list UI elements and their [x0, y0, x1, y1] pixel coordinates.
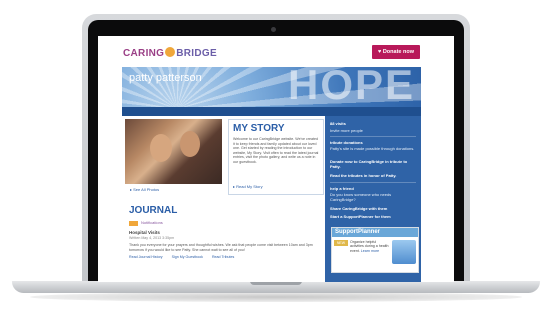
my-story-box: MY STORY Welcome to our CaringBridge web… — [228, 119, 324, 195]
invite-link[interactable]: Invite more people — [330, 128, 363, 133]
donate-button[interactable]: ♥ Donate now — [372, 45, 420, 59]
read-journal-history-link[interactable]: Read Journal History — [129, 255, 163, 259]
visits-count: 88 visits — [330, 121, 346, 126]
page-title: patty patterson — [129, 72, 202, 84]
journal-title: JOURNAL — [129, 205, 178, 216]
sidebar-divider — [330, 182, 416, 183]
read-tributes-sidebar-link[interactable]: Read the tributes in honor of Patty. — [330, 173, 396, 178]
help-heading: help a friend — [330, 186, 354, 191]
see-all-photos-link[interactable]: ▸ See All Photos — [130, 187, 159, 192]
camera-icon — [271, 27, 276, 32]
read-tributes-link[interactable]: Read Tributes — [212, 255, 234, 259]
sign-guestbook-link[interactable]: Sign My Guestbook — [172, 255, 203, 259]
caringbridge-logo[interactable]: CARING BRIDGE — [123, 47, 217, 59]
support-planner-card[interactable]: SupportPlanner NEW Organize helpful acti… — [331, 227, 419, 273]
photo-person-1 — [150, 134, 172, 162]
laptop-shadow — [30, 292, 522, 302]
notification-icon — [129, 221, 138, 226]
donate-tribute-link[interactable]: Donate now to CaringBridge in tribute to… — [330, 159, 416, 169]
my-story-title: MY STORY — [233, 123, 285, 134]
hero-word: HOPE — [288, 67, 416, 107]
learn-more-link[interactable]: Learn more — [361, 249, 379, 253]
journal-entry-title[interactable]: Hospital Visits — [129, 230, 160, 235]
support-planner-title: SupportPlanner — [335, 229, 381, 235]
read-my-story-label: Read My Story — [236, 184, 263, 189]
photo-person-2 — [180, 131, 200, 157]
see-all-photos-label: See All Photos — [133, 187, 160, 192]
tribute-heading: tribute donations — [330, 140, 363, 145]
start-planner-link[interactable]: Start a SupportPlanner for them — [330, 214, 391, 219]
logo-caring-text: CARING — [123, 48, 165, 59]
hero-banner: patty patterson HOPE — [122, 67, 421, 107]
help-text: Do you know someone who needs CaringBrid… — [330, 192, 392, 202]
support-planner-header: SupportPlanner — [332, 228, 418, 237]
screen: CARING BRIDGE ♥ Donate now patty patterso… — [98, 36, 454, 282]
site-nav: WELCOME My Story Journal Guestbook Photo… — [122, 107, 421, 121]
share-link[interactable]: Share CaringBridge with them — [330, 206, 387, 211]
support-planner-text: Organize helpful activities during a hea… — [350, 240, 390, 253]
new-badge: NEW — [334, 240, 348, 246]
journal-entry-text: Thank you everyone for your prayers and … — [129, 243, 313, 252]
read-my-story-link[interactable]: ▸ Read My Story — [233, 184, 263, 189]
tribute-text: Patty's site is made possible through do… — [330, 146, 415, 151]
story-photo[interactable] — [125, 119, 222, 184]
logo-bridge-text: BRIDGE — [176, 48, 217, 59]
my-story-text: Welcome to our CaringBridge website. We'… — [233, 137, 319, 164]
logo-sun-icon — [165, 47, 176, 57]
support-planner-image — [392, 240, 416, 264]
donate-label: Donate now — [382, 49, 414, 55]
journal-links: Read Journal History Sign My Guestbook R… — [129, 255, 242, 259]
sidebar-divider — [330, 136, 416, 137]
journal-entry-date: Written May 4, 2013 3:35pm — [129, 236, 175, 240]
main-content: ▸ See All Photos MY STORY Welcome to our… — [122, 116, 325, 282]
notifications-link[interactable]: Notifications — [141, 220, 163, 225]
